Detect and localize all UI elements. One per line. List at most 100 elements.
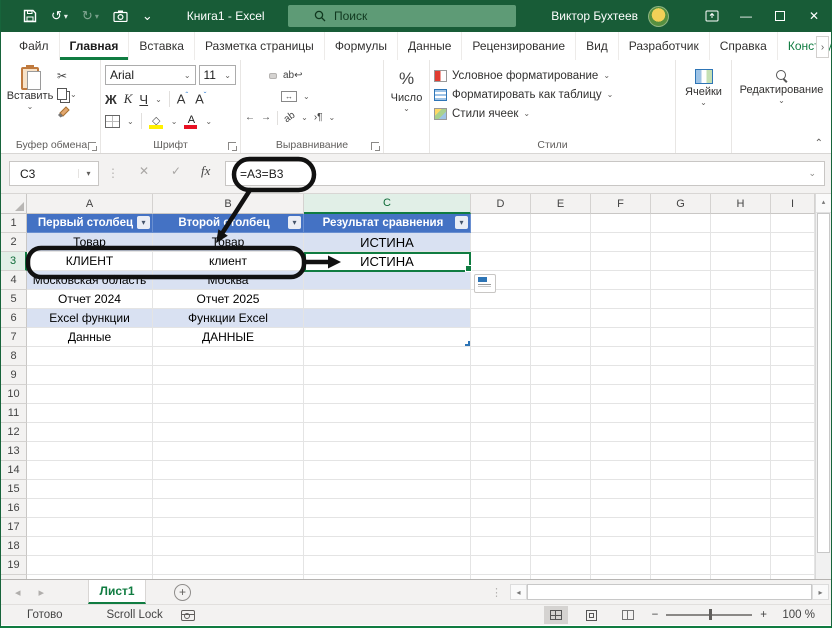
cell-E3[interactable] <box>531 252 591 271</box>
scroll-left-button[interactable]: ◂ <box>510 584 527 600</box>
row-header-20[interactable]: 20 <box>1 575 27 579</box>
row-header-3[interactable]: 3 <box>1 252 27 271</box>
cell-H9[interactable] <box>711 366 771 385</box>
cell-E13[interactable] <box>531 442 591 461</box>
cell-E8[interactable] <box>531 347 591 366</box>
cell-I20[interactable] <box>771 575 815 579</box>
row-header-19[interactable]: 19 <box>1 556 27 575</box>
row-header-11[interactable]: 11 <box>1 404 27 423</box>
cell-H4[interactable] <box>711 271 771 290</box>
cell-F16[interactable] <box>591 499 651 518</box>
zoom-in-button[interactable]: + <box>760 609 767 621</box>
cell-E9[interactable] <box>531 366 591 385</box>
cut-button[interactable]: ✂ <box>57 69 77 83</box>
tab-Формулы[interactable]: Формулы <box>323 32 397 60</box>
zoom-out-button[interactable]: − <box>652 609 659 621</box>
dialog-launcher-icon[interactable] <box>228 142 237 151</box>
tab-Вид[interactable]: Вид <box>575 32 618 60</box>
cell-C12[interactable] <box>304 423 471 442</box>
cell-E11[interactable] <box>531 404 591 423</box>
cell-B3[interactable]: клиент <box>153 252 304 271</box>
cell-D12[interactable] <box>471 423 531 442</box>
row-header-6[interactable]: 6 <box>1 309 27 328</box>
cell-A12[interactable] <box>27 423 153 442</box>
cell-B15[interactable] <box>153 480 304 499</box>
col-header-H[interactable]: H <box>711 194 771 214</box>
cell-B17[interactable] <box>153 518 304 537</box>
cell-H8[interactable] <box>711 347 771 366</box>
align-left-button[interactable] <box>245 95 251 99</box>
cell-G17[interactable] <box>651 518 711 537</box>
cell-D15[interactable] <box>471 480 531 499</box>
cell-D1[interactable] <box>471 214 531 233</box>
wrap-text-button[interactable]: ab↩ <box>283 70 303 81</box>
col-header-G[interactable]: G <box>651 194 711 214</box>
cell-B20[interactable] <box>153 575 304 579</box>
page-layout-view-button[interactable] <box>580 606 604 624</box>
cell-D19[interactable] <box>471 556 531 575</box>
drag-handle-icon[interactable]: ⋮ <box>107 166 119 180</box>
cell-B14[interactable] <box>153 461 304 480</box>
cell-F20[interactable] <box>591 575 651 579</box>
cell-C16[interactable] <box>304 499 471 518</box>
cell-C9[interactable] <box>304 366 471 385</box>
cell-E17[interactable] <box>531 518 591 537</box>
copy-button[interactable]: ⌄ <box>57 88 77 100</box>
save-button[interactable] <box>23 9 37 23</box>
cell-F2[interactable] <box>591 233 651 252</box>
decrease-indent-button[interactable]: ← <box>245 112 255 123</box>
cell-I3[interactable] <box>771 252 815 271</box>
expand-formula-bar-icon[interactable]: ⌄ <box>808 168 816 179</box>
close-button[interactable]: ✕ <box>797 0 831 32</box>
cell-I14[interactable] <box>771 461 815 480</box>
cell-D3[interactable] <box>471 252 531 271</box>
camera-button[interactable] <box>113 10 128 22</box>
conditional-formatting-button[interactable]: Условное форматирование ⌄ <box>434 66 671 85</box>
cell-I18[interactable] <box>771 537 815 556</box>
cell-B8[interactable] <box>153 347 304 366</box>
cell-C8[interactable] <box>304 347 471 366</box>
cell-G8[interactable] <box>651 347 711 366</box>
cell-B19[interactable] <box>153 556 304 575</box>
cell-H5[interactable] <box>711 290 771 309</box>
cell-A10[interactable] <box>27 385 153 404</box>
cell-H10[interactable] <box>711 385 771 404</box>
cell-A2[interactable]: Товар <box>27 233 153 252</box>
collapse-ribbon-button[interactable]: ⌃ <box>815 138 823 149</box>
zoom-slider[interactable] <box>666 609 753 620</box>
select-all-button[interactable] <box>1 194 27 214</box>
cell-A20[interactable] <box>27 575 153 579</box>
cell-G2[interactable] <box>651 233 711 252</box>
minimize-button[interactable]: — <box>729 0 763 32</box>
tab-Разработчик[interactable]: Разработчик <box>617 32 709 60</box>
cell-A11[interactable] <box>27 404 153 423</box>
cell-G4[interactable] <box>651 271 711 290</box>
cells-group[interactable]: Ячейки ⌄ <box>675 60 731 153</box>
cell-G1[interactable] <box>651 214 711 233</box>
cell-C5[interactable] <box>304 290 471 309</box>
cell-I11[interactable] <box>771 404 815 423</box>
row-header-16[interactable]: 16 <box>1 499 27 518</box>
bold-button[interactable]: Ж <box>105 92 117 107</box>
horizontal-scrollbar[interactable]: ⋮ ◂ ▸ <box>491 584 829 600</box>
fill-handle[interactable] <box>465 265 472 272</box>
orientation-button[interactable]: ab <box>282 110 297 125</box>
filter-button[interactable]: ▾ <box>137 216 150 229</box>
cell-I17[interactable] <box>771 518 815 537</box>
col-header-C[interactable]: C <box>304 194 471 214</box>
cell-I1[interactable] <box>771 214 815 233</box>
cell-G19[interactable] <box>651 556 711 575</box>
cell-F11[interactable] <box>591 404 651 423</box>
sheet-prev-icon[interactable]: ◂ <box>15 587 39 599</box>
font-size-select[interactable]: 11 ⌄ <box>198 65 236 85</box>
cell-B5[interactable]: Отчет 2025 <box>153 290 304 309</box>
cell-A8[interactable] <box>27 347 153 366</box>
scroll-up-button[interactable]: ▴ <box>816 194 831 213</box>
row-header-12[interactable]: 12 <box>1 423 27 442</box>
cell-H11[interactable] <box>711 404 771 423</box>
tab-Данные[interactable]: Данные <box>397 32 461 60</box>
cell-I16[interactable] <box>771 499 815 518</box>
row-header-9[interactable]: 9 <box>1 366 27 385</box>
cell-E16[interactable] <box>531 499 591 518</box>
col-header-D[interactable]: D <box>471 194 531 214</box>
